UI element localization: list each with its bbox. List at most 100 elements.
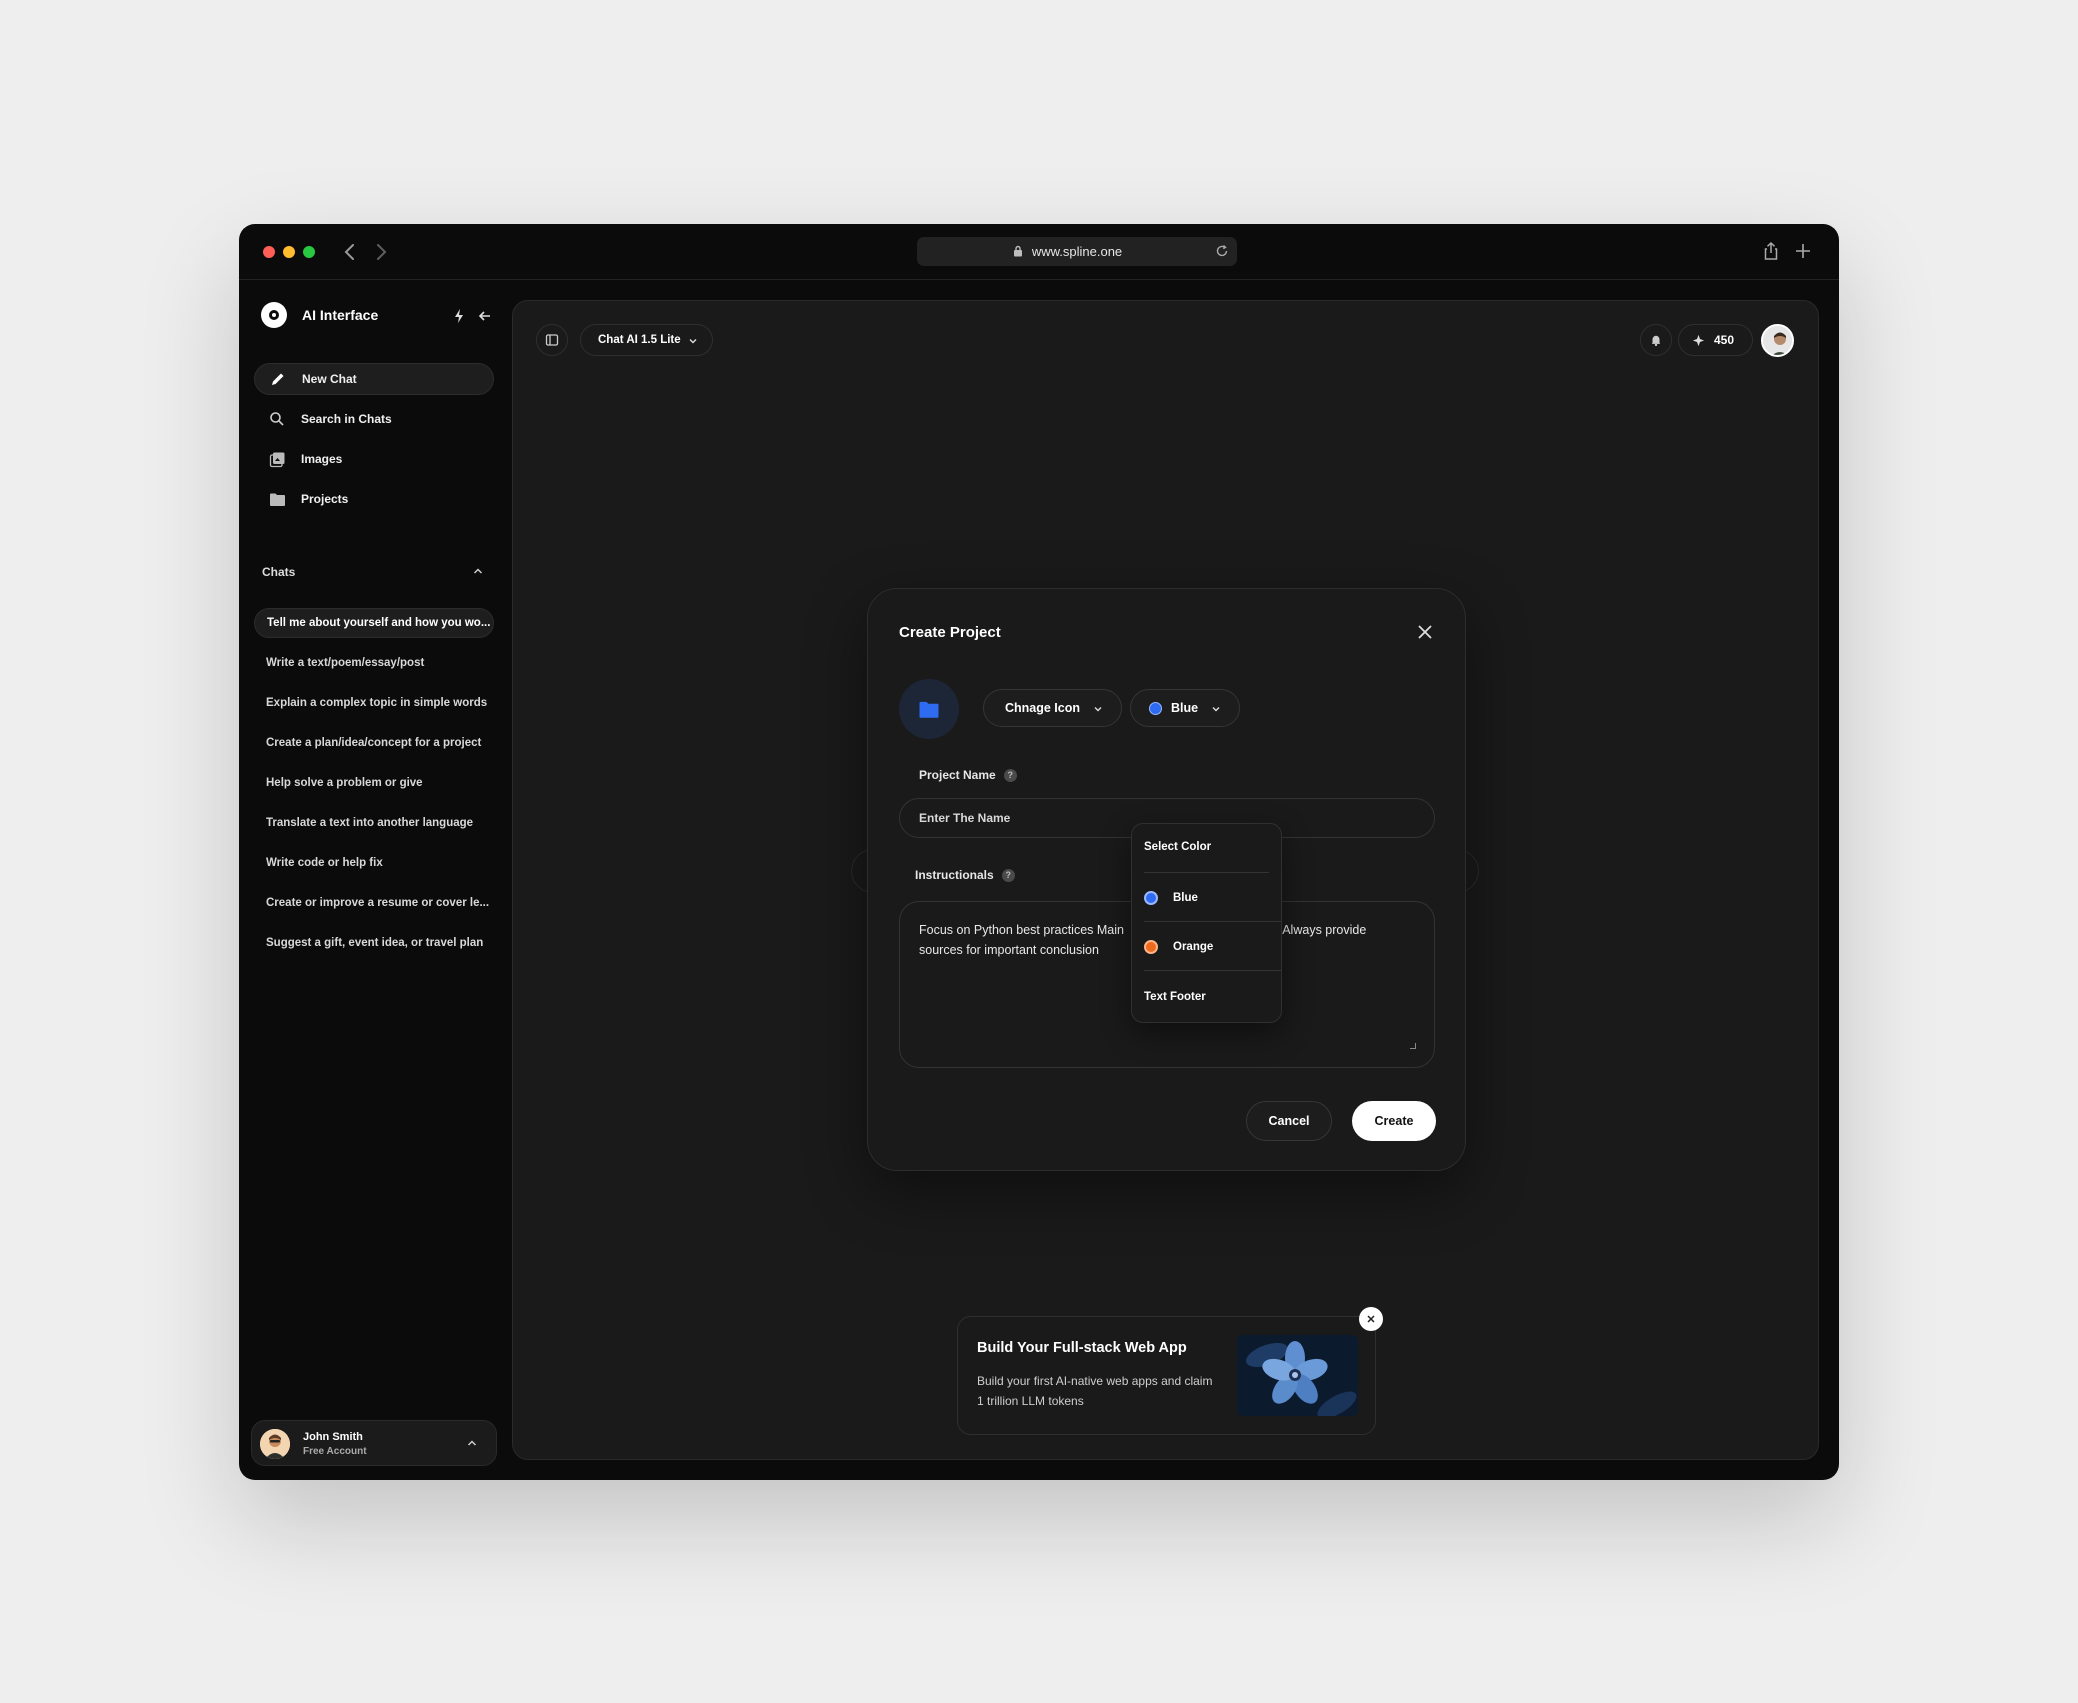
promo-image: [1237, 1335, 1358, 1416]
browser-titlebar: www.spline.one: [239, 224, 1839, 280]
chat-item[interactable]: Explain a complex topic in simple words: [254, 688, 494, 718]
project-name-label: Project Name ?: [919, 768, 1017, 782]
folder-icon: [267, 489, 287, 509]
menu-images[interactable]: Images: [254, 443, 494, 475]
resize-handle-icon[interactable]: [1410, 1043, 1416, 1049]
minimize-window-button[interactable]: [283, 246, 295, 258]
promo-card[interactable]: Build Your Full-stack Web App Build your…: [957, 1316, 1376, 1435]
instructions-text: Focus on Python best practices Main: [919, 923, 1124, 937]
promo-title: Build Your Full-stack Web App: [977, 1340, 1187, 1356]
notifications-button[interactable]: [1640, 324, 1672, 356]
menu-search-chats[interactable]: Search in Chats: [254, 403, 494, 435]
chat-item[interactable]: Create or improve a resume or cover le..…: [254, 888, 494, 918]
change-icon-label: Chnage Icon: [1005, 701, 1081, 715]
chats-header-label: Chats: [262, 565, 296, 579]
address-bar[interactable]: www.spline.one: [917, 237, 1237, 266]
lightning-icon[interactable]: [452, 308, 466, 324]
chat-item[interactable]: Tell me about yourself and how you wo...: [254, 608, 494, 638]
maximize-window-button[interactable]: [303, 246, 315, 258]
project-icon-preview: [899, 679, 959, 739]
main-panel: Chat AI 1.5 Lite 450 Create Project Chna…: [512, 300, 1819, 1460]
menu-label: Search in Chats: [301, 412, 392, 426]
chevron-up-icon[interactable]: [466, 1437, 478, 1449]
pencil-icon: [268, 369, 288, 389]
back-arrow-icon[interactable]: [339, 240, 361, 264]
app-name: AI Interface: [302, 307, 379, 323]
cancel-button[interactable]: Cancel: [1246, 1101, 1332, 1141]
user-name: John Smith: [303, 1431, 363, 1443]
divider: [1144, 970, 1282, 971]
divider: [1144, 872, 1269, 873]
menu-projects[interactable]: Projects: [254, 483, 494, 515]
modal-title: Create Project: [899, 624, 1001, 641]
instructions-label: Instructionals ?: [915, 868, 1015, 882]
bell-icon: [1651, 335, 1661, 347]
chats-section-header[interactable]: Chats: [262, 565, 484, 579]
share-icon[interactable]: [1760, 240, 1782, 262]
close-icon: [1367, 1315, 1375, 1323]
images-icon: [267, 449, 287, 469]
option-label: Blue: [1173, 892, 1198, 904]
dropdown-footer: Text Footer: [1144, 991, 1206, 1003]
chevron-down-icon: [1094, 707, 1102, 712]
forward-arrow-icon[interactable]: [370, 240, 392, 264]
chat-item[interactable]: Create a plan/idea/concept for a project: [254, 728, 494, 758]
change-icon-button[interactable]: Chnage Icon: [983, 689, 1122, 727]
orange-swatch: [1144, 940, 1158, 954]
chevron-up-icon[interactable]: [472, 565, 484, 577]
chevron-down-icon: [689, 339, 697, 344]
color-dropdown-menu: Select Color Blue Orange Text Footer: [1131, 823, 1282, 1023]
credits-badge[interactable]: 450: [1678, 324, 1753, 356]
profile-avatar[interactable]: [1761, 324, 1794, 357]
instructions-text-tail: . Always provide: [1275, 923, 1367, 937]
promo-close-button[interactable]: [1359, 1307, 1383, 1331]
menu-label: Projects: [301, 492, 349, 506]
project-name-label-text: Project Name: [919, 768, 996, 782]
model-name: Chat AI 1.5 Lite: [598, 334, 681, 346]
toggle-sidebar-button[interactable]: [536, 324, 568, 356]
url-text: www.spline.one: [1031, 244, 1123, 259]
sidebar: AI Interface New Chat Search in Chats Im…: [239, 280, 505, 1480]
lock-icon: [1014, 245, 1022, 257]
brand[interactable]: AI Interface: [261, 302, 378, 328]
color-swatch: [1149, 701, 1162, 715]
browser-window: www.spline.one AI Interface New Chat Sea…: [239, 224, 1839, 1480]
color-label: Blue: [1171, 701, 1199, 715]
credits-count: 450: [1714, 333, 1735, 347]
user-profile-card[interactable]: John Smith Free Account: [251, 1420, 497, 1466]
chat-item[interactable]: Write code or help fix: [254, 848, 494, 878]
menu-label: Images: [301, 452, 343, 466]
promo-description: Build your first AI-native web apps and …: [977, 1374, 1213, 1408]
option-label: Orange: [1173, 941, 1214, 953]
chat-item[interactable]: Write a text/poem/essay/post: [254, 648, 494, 678]
chat-item[interactable]: Translate a text into another language: [254, 808, 494, 838]
help-icon[interactable]: ?: [1003, 768, 1017, 782]
instructions-label-text: Instructionals: [915, 868, 994, 882]
chat-item[interactable]: Help solve a problem or give: [254, 768, 494, 798]
folder-icon: [919, 701, 939, 718]
dropdown-title: Select Color: [1144, 841, 1212, 853]
create-button[interactable]: Create: [1352, 1101, 1436, 1141]
project-name-placeholder: Enter The Name: [919, 811, 1011, 825]
menu-new-chat[interactable]: New Chat: [254, 363, 494, 395]
color-select-button[interactable]: Blue: [1130, 689, 1240, 727]
user-plan: Free Account: [303, 1446, 367, 1457]
color-option-blue[interactable]: Blue: [1144, 886, 1274, 910]
blue-swatch: [1144, 891, 1158, 905]
sidebar-panel-icon: [545, 334, 559, 346]
search-icon: [267, 409, 287, 429]
reload-icon[interactable]: [1215, 244, 1229, 258]
close-window-button[interactable]: [263, 246, 275, 258]
user-avatar: [260, 1429, 290, 1459]
close-icon[interactable]: [1416, 623, 1434, 641]
model-selector[interactable]: Chat AI 1.5 Lite: [580, 324, 713, 356]
chat-item[interactable]: Suggest a gift, event idea, or travel pl…: [254, 928, 494, 958]
sparkle-star-icon: [1692, 334, 1705, 346]
divider: [1144, 921, 1282, 922]
color-option-orange[interactable]: Orange: [1144, 935, 1274, 959]
chevron-down-icon: [1212, 707, 1220, 712]
help-icon[interactable]: ?: [1001, 868, 1015, 882]
new-tab-icon[interactable]: [1792, 240, 1814, 262]
brand-actions: [452, 308, 492, 324]
collapse-sidebar-icon[interactable]: [478, 308, 492, 324]
